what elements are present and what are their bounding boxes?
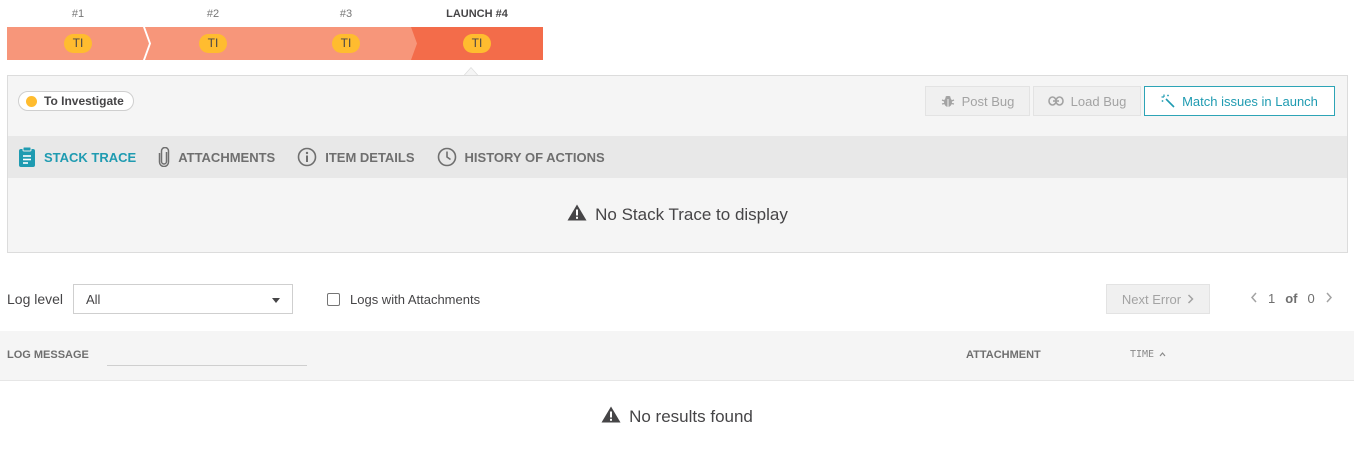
log-table-header: LOG MESSAGE ATTACHMENT TIME bbox=[0, 331, 1354, 381]
defect-badge-ti: TI bbox=[199, 34, 227, 53]
paperclip-icon bbox=[158, 147, 178, 167]
tab-label: ITEM DETAILS bbox=[325, 149, 415, 165]
info-icon bbox=[297, 147, 325, 167]
warning-icon bbox=[567, 204, 587, 226]
pager-of-label: of bbox=[1285, 291, 1298, 306]
item-details-panel: To Investigate Post Bug Load Bug Match i… bbox=[7, 75, 1348, 253]
warning-icon bbox=[601, 406, 621, 428]
tab-attachments[interactable]: ATTACHMENTS bbox=[158, 136, 275, 178]
column-time-sort[interactable]: TIME bbox=[1130, 349, 1166, 360]
stack-trace-empty-message: No Stack Trace to display bbox=[595, 205, 788, 224]
logs-with-attachments-label: Logs with Attachments bbox=[350, 292, 481, 307]
history-item-2[interactable]: #2 TI bbox=[145, 0, 287, 62]
bug-icon bbox=[941, 94, 955, 108]
defect-color-dot bbox=[26, 95, 37, 107]
defect-badge-ti: TI bbox=[463, 34, 491, 53]
total-pages: 0 bbox=[1307, 291, 1315, 306]
load-bug-label: Load Bug bbox=[1070, 93, 1127, 109]
chevron-right-icon bbox=[1187, 292, 1194, 307]
defect-type-badge[interactable]: To Investigate bbox=[18, 91, 134, 111]
log-level-label: Log level bbox=[7, 291, 64, 307]
log-level-value: All bbox=[86, 291, 101, 307]
link-icon bbox=[1047, 96, 1064, 106]
post-bug-label: Post Bug bbox=[961, 93, 1015, 109]
tab-label: ATTACHMENTS bbox=[178, 149, 276, 165]
tab-label: STACK TRACE bbox=[44, 149, 137, 165]
history-item-label: #3 bbox=[339, 8, 353, 20]
log-message-filter-input[interactable] bbox=[107, 345, 307, 366]
chevron-right-icon[interactable] bbox=[1325, 291, 1333, 306]
history-item-label: #1 bbox=[71, 8, 85, 20]
current-page: 1 bbox=[1268, 291, 1276, 306]
history-item-current-launch[interactable]: LAUNCH #4 TI bbox=[411, 0, 543, 62]
defect-badge-ti: TI bbox=[64, 34, 92, 53]
sort-ascending-icon bbox=[1159, 349, 1166, 360]
column-attachment: ATTACHMENT bbox=[966, 349, 1041, 361]
defect-type-label: To Investigate bbox=[44, 94, 124, 108]
next-error-label: Next Error bbox=[1121, 291, 1182, 307]
log-empty-state: No results found bbox=[0, 395, 1354, 439]
history-item-label: LAUNCH #4 bbox=[446, 8, 508, 20]
details-tabs: STACK TRACE ATTACHMENTS ITEM DETAILS HIS… bbox=[8, 136, 1347, 178]
column-time-label: TIME bbox=[1130, 349, 1155, 360]
tab-item-details[interactable]: ITEM DETAILS bbox=[297, 136, 415, 178]
tab-history-of-actions[interactable]: HISTORY OF ACTIONS bbox=[437, 136, 605, 178]
caret-down-icon bbox=[272, 298, 280, 303]
load-bug-button[interactable]: Load Bug bbox=[1033, 86, 1141, 116]
no-results-message: No results found bbox=[629, 407, 753, 426]
defect-badge-ti: TI bbox=[332, 34, 360, 53]
match-issues-button[interactable]: Match issues in Launch bbox=[1144, 86, 1335, 116]
log-pagination: 1 of 0 bbox=[1250, 291, 1333, 306]
history-item-3[interactable]: #3 TI bbox=[278, 0, 420, 62]
history-item-label: #2 bbox=[206, 8, 220, 20]
tab-stack-trace[interactable]: STACK TRACE bbox=[18, 136, 136, 178]
log-level-select[interactable]: All bbox=[73, 284, 293, 314]
magic-wand-icon bbox=[1161, 94, 1175, 108]
tab-label: HISTORY OF ACTIONS bbox=[464, 149, 605, 165]
next-error-button[interactable]: Next Error bbox=[1106, 284, 1210, 314]
match-issues-label: Match issues in Launch bbox=[1182, 93, 1318, 109]
logs-with-attachments-checkbox[interactable] bbox=[327, 293, 340, 306]
clock-icon bbox=[437, 147, 465, 167]
launch-history: #1 TI #2 TI #3 TI LAUNCH #4 TI bbox=[7, 0, 547, 76]
column-log-message: LOG MESSAGE bbox=[7, 349, 89, 361]
history-item-1[interactable]: #1 TI bbox=[7, 0, 149, 62]
logs-with-attachments-toggle[interactable]: Logs with Attachments bbox=[327, 292, 480, 307]
clipboard-icon bbox=[18, 147, 44, 167]
stack-trace-empty-state: No Stack Trace to display bbox=[8, 178, 1347, 252]
post-bug-button[interactable]: Post Bug bbox=[925, 86, 1030, 116]
chevron-left-icon[interactable] bbox=[1250, 291, 1258, 306]
